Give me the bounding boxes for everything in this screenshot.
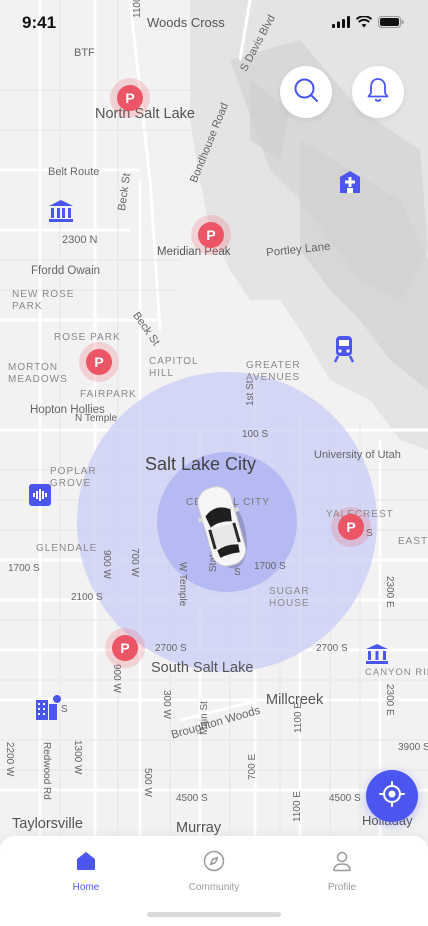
label-700-w: 700 W [129, 548, 140, 577]
label-new-rose-park: NEW ROSE PARK [12, 289, 75, 312]
label-900-w-b: 900 W [111, 664, 122, 693]
parking-marker[interactable]: P [105, 628, 145, 668]
parking-marker[interactable]: P [331, 507, 371, 547]
tab-home-label: Home [72, 882, 100, 893]
map-view[interactable]: Woods Cross BTF S Davis Blvd North Salt … [0, 0, 428, 926]
label-1100-e: 1100 E [293, 702, 304, 733]
label-2300-e-b: 2300 E [384, 684, 395, 716]
label-rose-park: ROSE PARK [54, 332, 121, 343]
label-4500-s-b: 4500 S [329, 793, 361, 804]
label-belt-route: Belt Route [48, 166, 100, 178]
label-sugar-house: SUGAR HOUSE [269, 586, 310, 609]
tab-community-label: Community [188, 882, 240, 893]
tab-profile-label: Profile [327, 882, 357, 893]
crosshair-icon [379, 780, 405, 812]
tab-home[interactable]: Home [41, 850, 131, 894]
label-500-w: 500 W [142, 768, 153, 797]
label-university-of-utah: University of Utah [314, 449, 401, 461]
label-fairpark: FAIRPARK [80, 389, 137, 400]
label-1300-w: 1300 W [72, 740, 83, 775]
battery-icon [378, 15, 404, 33]
label-south-salt-lake: South Salt Lake [151, 660, 254, 676]
label-3900-s: 3900 S [398, 742, 428, 753]
user-icon [331, 850, 353, 877]
signal-icon [332, 15, 350, 33]
parking-label: P [112, 635, 138, 661]
status-icons [332, 15, 404, 33]
locate-me-button[interactable] [366, 770, 418, 822]
label-2300-e: 2300 E [384, 576, 395, 608]
parking-marker[interactable]: P [79, 342, 119, 382]
parking-label: P [338, 514, 364, 540]
home-indicator [147, 912, 281, 917]
parking-marker[interactable]: P [191, 215, 231, 255]
notifications-button[interactable] [352, 66, 404, 118]
label-ffordd-owain: Ffordd Owain [31, 265, 101, 277]
home-icon [75, 850, 97, 877]
label-300-w: 300 W [161, 690, 172, 719]
label-taylorsville: Taylorsville [12, 816, 83, 832]
label-100-s: 100 S [242, 429, 269, 440]
label-1700-s-left: 1700 S [8, 563, 40, 574]
label-1100-e-b: 1100 E [292, 791, 303, 822]
label-2700-s-a: 2700 S [155, 643, 187, 654]
label-900-w: 900 W [101, 550, 112, 579]
label-n-temple: N Temple [75, 413, 118, 424]
search-icon [293, 77, 319, 108]
label-btf: BTF [74, 47, 95, 59]
label-morton-meadows: MORTON MEADOWS [8, 362, 68, 385]
label-2200-w: 2200 W [4, 742, 15, 777]
label-east: EAST [398, 536, 428, 547]
tab-profile[interactable]: Profile [297, 850, 387, 894]
bell-icon [366, 77, 390, 108]
label-700-e: 700 E [247, 753, 258, 780]
label-canyon-rim: CANYON RIM [365, 667, 428, 678]
label-w-temple: W Temple [177, 562, 188, 607]
label-murray: Murray [176, 820, 222, 836]
label-capitol-hill: CAPITOL HILL [149, 356, 199, 379]
wifi-icon [355, 15, 373, 33]
label-4500-s-a: 4500 S [176, 793, 208, 804]
label-2100-s: 2100 S [71, 592, 103, 603]
compass-icon [203, 850, 225, 877]
tab-community[interactable]: Community [169, 850, 259, 894]
parking-label: P [86, 349, 112, 375]
status-bar: 9:41 [0, 0, 428, 44]
label-2300-n: 2300 N [62, 234, 98, 246]
status-time: 9:41 [22, 13, 57, 32]
label-glendale: GLENDALE [36, 543, 98, 554]
label-poplar-grove: POPLAR GROVE [50, 466, 97, 489]
parking-marker[interactable]: P [110, 78, 150, 118]
parking-label: P [117, 85, 143, 111]
label-main-st: Main St [199, 701, 210, 735]
label-salt-lake-city: Salt Lake City [145, 454, 257, 474]
label-redwood-rd: Redwood Rd [41, 742, 52, 800]
label-2700-s-b: 2700 S [316, 643, 348, 654]
parking-label: P [198, 222, 224, 248]
label-1st-st: 1st St [245, 380, 256, 406]
search-button[interactable] [280, 66, 332, 118]
